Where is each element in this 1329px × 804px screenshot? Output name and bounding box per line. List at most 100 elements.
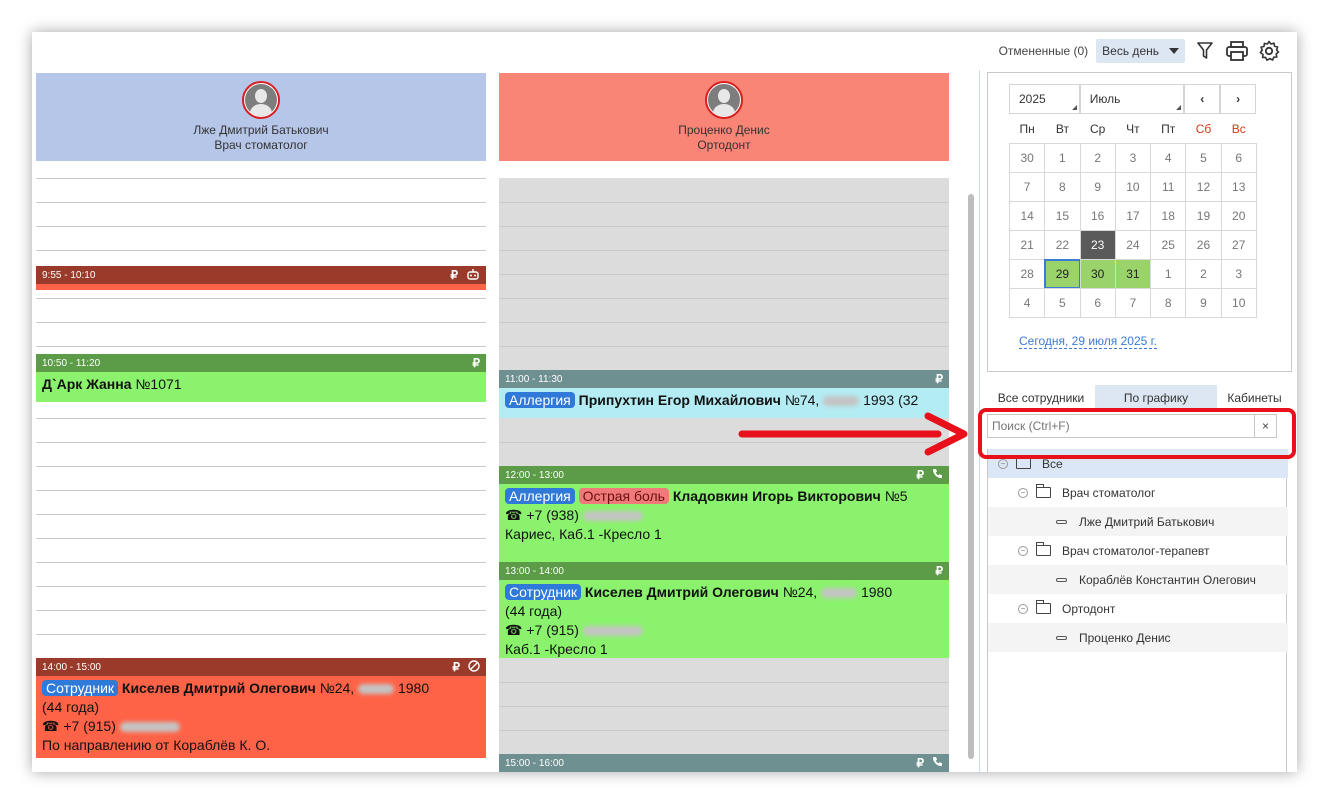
redacted-date: [821, 588, 858, 599]
patient-phone: +7 (915): [63, 718, 116, 734]
tree-node-group[interactable]: − Врач стоматолог: [988, 478, 1288, 507]
calendar-day[interactable]: 26: [1185, 230, 1222, 260]
chevron-left-icon: ‹: [1200, 92, 1205, 106]
patient-name: Киселев Дмитрий Олегович: [121, 680, 316, 696]
calendar-day[interactable]: 12: [1185, 172, 1222, 202]
tree-node-employee[interactable]: Кораблёв Константин Олегович: [988, 565, 1288, 594]
appointment-card[interactable]: 13:00 - 14:00 ₽ Сотрудник Киселев Дмитри…: [499, 562, 949, 658]
appointment-time: 9:55 - 10:10: [42, 269, 96, 281]
prev-month-button[interactable]: ‹: [1184, 84, 1221, 114]
vertical-scrollbar[interactable]: [968, 194, 974, 759]
calendar-day[interactable]: 5: [1185, 143, 1222, 173]
calendar-day[interactable]: 9: [1185, 288, 1222, 318]
year-select[interactable]: 2025: [1009, 84, 1080, 114]
calendar-day[interactable]: 7: [1114, 288, 1152, 318]
calendar-day[interactable]: 2: [1079, 143, 1116, 173]
dropdown-icon: [1071, 105, 1077, 110]
calendar-day[interactable]: 4: [1150, 143, 1187, 173]
calendar-day[interactable]: 11: [1150, 172, 1187, 202]
settings-icon[interactable]: [1257, 39, 1281, 63]
calendar-day[interactable]: 30: [1009, 143, 1046, 173]
tree-node-label: Проценко Денис: [1079, 630, 1171, 645]
calendar-day[interactable]: 27: [1220, 230, 1257, 260]
avatar: [705, 81, 743, 119]
calendar-day[interactable]: 10: [1220, 288, 1257, 318]
doctor-column: Лже Дмитрий Батькович Врач стоматолог 9:…: [36, 73, 486, 772]
cancel-icon: [468, 659, 480, 675]
collapse-icon[interactable]: −: [998, 458, 1008, 469]
print-icon[interactable]: [1225, 39, 1249, 63]
calendar-day[interactable]: 3: [1114, 143, 1152, 173]
today-link[interactable]: Сегодня, 29 июля 2025 г.: [1019, 334, 1157, 349]
calendar-header: 2025 Июль ‹ ›: [1009, 84, 1256, 114]
tree-node-employee[interactable]: Лже Дмитрий Батькович: [988, 507, 1288, 536]
calendar-day[interactable]: 1: [1150, 259, 1187, 289]
appointment-time-bar: 12:00 - 13:00 ₽: [499, 466, 949, 484]
calendar-day[interactable]: 13: [1220, 172, 1257, 202]
calendar-day[interactable]: 3: [1220, 259, 1257, 289]
filter-icon[interactable]: [1193, 39, 1217, 63]
calendar-day[interactable]: 7: [1009, 172, 1046, 202]
tree-node-group[interactable]: − Врач стоматолог-терапевт: [988, 536, 1288, 565]
appointment-time-bar: 9:55 - 10:10 ₽: [36, 266, 486, 284]
calendar-day[interactable]: 8: [1044, 172, 1081, 202]
collapse-icon[interactable]: −: [1018, 603, 1028, 614]
dropdown-icon: [1176, 105, 1182, 110]
calendar-day[interactable]: 30: [1079, 259, 1116, 289]
month-select[interactable]: Июль: [1079, 84, 1185, 114]
calendar-day[interactable]: 6: [1220, 143, 1257, 173]
calendar-day[interactable]: 17: [1114, 201, 1152, 231]
collapse-icon[interactable]: −: [1018, 487, 1028, 498]
calendar-day[interactable]: 22: [1044, 230, 1081, 260]
doctor-header[interactable]: Лже Дмитрий Батькович Врач стоматолог: [36, 73, 486, 161]
calendar-day[interactable]: 19: [1185, 201, 1222, 231]
appointment-card[interactable]: 9:55 - 10:10 ₽: [36, 266, 486, 290]
calendar-day[interactable]: 15: [1044, 201, 1081, 231]
calendar-day[interactable]: 1: [1044, 143, 1081, 173]
calendar-day[interactable]: 28: [1009, 259, 1046, 289]
patient-name: Д`Арк Жанна: [42, 376, 132, 392]
patient-phone: +7 (938): [526, 507, 579, 523]
tree-node-employee[interactable]: Проценко Денис: [988, 623, 1288, 652]
phone-icon: [932, 468, 943, 482]
next-month-button[interactable]: ›: [1220, 84, 1256, 114]
avatar: [242, 81, 280, 119]
calendar-day[interactable]: 21: [1009, 230, 1046, 260]
tag-allergy: Аллергия: [505, 488, 575, 504]
calendar-day[interactable]: 4: [1009, 288, 1046, 318]
calendar: 2025 Июль ‹ › Пн Вт Ср Чт Пт Сб Вс 30 1 2 3 4 5 6 7 8 9 1…: [987, 72, 1292, 372]
cancelled-filter[interactable]: Отмененные (0): [999, 44, 1089, 58]
appointment-time: 11:00 - 11:30: [505, 373, 563, 385]
patient-name: Киселев Дмитрий Олегович: [584, 584, 779, 600]
calendar-day[interactable]: 23: [1079, 230, 1116, 260]
doctor-header[interactable]: Проценко Денис Ортодонт: [499, 73, 949, 161]
appointment-card[interactable]: 14:00 - 15:00 ₽ Сотрудник Киселев Дмитри…: [36, 658, 486, 758]
calendar-day[interactable]: 31: [1114, 259, 1152, 289]
weekday-label: Вс: [1231, 122, 1246, 136]
patient-phone: +7 (915): [526, 622, 579, 638]
calendar-day[interactable]: 24: [1114, 230, 1152, 260]
calendar-day[interactable]: 10: [1114, 172, 1152, 202]
collapse-icon[interactable]: −: [1018, 545, 1028, 556]
time-slots: 11:00 - 11:30 ₽ Аллергия Припухтин Егор …: [499, 173, 949, 772]
weekday-label: Сб: [1195, 122, 1212, 136]
appointment-card[interactable]: 12:00 - 13:00 ₽ Аллергия Острая боль Кла…: [499, 466, 949, 562]
calendar-day[interactable]: 14: [1009, 201, 1046, 231]
calendar-day[interactable]: 16: [1079, 201, 1116, 231]
calendar-day[interactable]: 18: [1150, 201, 1187, 231]
calendar-day[interactable]: 2: [1185, 259, 1222, 289]
appointment-card[interactable]: 10:50 - 11:20 ₽ Д`Арк Жанна №1071: [36, 354, 486, 402]
calendar-day[interactable]: 29: [1044, 259, 1081, 289]
folder-icon: [1035, 484, 1051, 498]
calendar-day[interactable]: 9: [1079, 172, 1116, 202]
calendar-day[interactable]: 20: [1220, 201, 1257, 231]
calendar-day[interactable]: 8: [1150, 288, 1187, 318]
period-select[interactable]: Весь день: [1096, 39, 1185, 63]
calendar-day[interactable]: 6: [1079, 288, 1116, 318]
weekday-label: Вт: [1055, 122, 1069, 136]
appointment-card[interactable]: 15:00 - 16:00 ₽: [499, 754, 949, 772]
patient-number: №24,: [782, 584, 818, 600]
calendar-day[interactable]: 25: [1150, 230, 1187, 260]
calendar-day[interactable]: 5: [1044, 288, 1081, 318]
tree-node-group[interactable]: − Ортодонт: [988, 594, 1288, 623]
